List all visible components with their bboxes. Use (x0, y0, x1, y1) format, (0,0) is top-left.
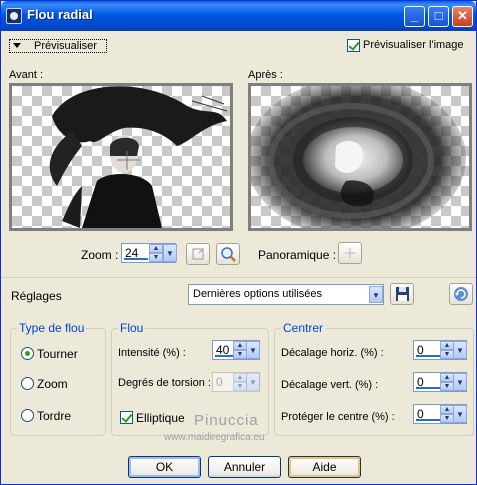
after-image (251, 86, 466, 228)
v-offset-label: Décalage vert. (%) : (281, 379, 379, 391)
preview-image-label: Prévisualiser l'image (363, 39, 464, 51)
blur-title: Flou (118, 321, 146, 335)
chevron-down-icon (13, 43, 21, 48)
title-bar[interactable]: Flou radial _ □ ✕ (1, 1, 476, 31)
chevron-down-icon[interactable]: ▼ (369, 286, 383, 303)
h-offset-field[interactable]: 0 ▲ ▼ ▼ (413, 340, 467, 360)
watermark-site: www.maidiregrafica.eu (164, 432, 265, 443)
magnifier-icon (221, 247, 236, 262)
h-offset-label: Décalage horiz. (%) : (281, 347, 384, 359)
protect-field[interactable]: 0 ▲ ▼ ▼ (413, 404, 467, 424)
before-preview[interactable] (9, 83, 233, 231)
close-button[interactable]: ✕ (452, 6, 473, 27)
window-title: Flou radial (27, 7, 93, 22)
after-label: Après : (248, 69, 283, 81)
zoom-spinner[interactable]: ▲ ▼ (149, 244, 163, 262)
h-offset-dropdown[interactable]: ▼ (453, 341, 467, 359)
save-preset-button[interactable] (390, 283, 414, 305)
intensity-field[interactable]: 40 ▲ ▼ ▼ (212, 340, 260, 360)
center-group: Centrer Décalage horiz. (%) : 0 ▲ ▼ ▼ Déc… (274, 321, 474, 436)
intensity-dropdown[interactable]: ▼ (246, 341, 260, 359)
before-image (49, 86, 228, 228)
protect-label: Protéger le centre (%) : (281, 411, 395, 423)
zoom-tool-button[interactable] (216, 243, 240, 265)
torsion-spinner: ▲ ▼ (233, 373, 247, 391)
reset-button[interactable] (449, 283, 473, 305)
radio-tordre[interactable] (21, 409, 34, 422)
separator (1, 277, 476, 278)
v-offset-spinner[interactable]: ▲ ▼ (440, 373, 454, 391)
center-title: Centrer (281, 321, 326, 335)
blur-type-group: Type de flou Tourner Zoom Tordre (10, 321, 106, 436)
maximize-button[interactable]: □ (428, 6, 449, 27)
protect-spinner[interactable]: ▲ ▼ (440, 405, 454, 423)
zoom-field[interactable]: 24 ▲ ▼ ▼ (121, 243, 177, 263)
torsion-value: 0 (216, 375, 223, 389)
pan-button[interactable] (338, 242, 362, 264)
zoom-fit-button[interactable] (186, 243, 210, 265)
preview-toggle-label: Prévisualiser (34, 40, 97, 52)
reset-icon (454, 287, 468, 301)
radio-tordre-label: Tordre (37, 409, 72, 423)
move-icon (345, 248, 355, 258)
intensity-spinner[interactable]: ▲ ▼ (233, 341, 247, 359)
protect-dropdown[interactable]: ▼ (453, 405, 467, 423)
after-preview (248, 83, 472, 231)
intensity-slider-bar[interactable] (215, 355, 233, 357)
settings-label: Réglages (11, 289, 62, 303)
minimize-button[interactable]: _ (404, 6, 425, 27)
h-offset-spinner[interactable]: ▲ ▼ (440, 341, 454, 359)
ok-button[interactable]: OK (128, 456, 201, 478)
floppy-save-icon (396, 287, 409, 301)
radio-tourner[interactable] (21, 347, 34, 360)
v-offset-slider-bar[interactable] (416, 387, 442, 389)
before-label: Avant : (9, 69, 44, 81)
protect-slider-bar[interactable] (416, 419, 442, 421)
radio-zoom-label: Zoom (37, 377, 68, 391)
zoom-slider-bar[interactable] (124, 258, 148, 260)
pan-label: Panoramique : (258, 248, 337, 262)
help-button[interactable]: Aide (288, 456, 361, 478)
dialog-window: Flou radial _ □ ✕ Prévisualiser Prévisua… (0, 0, 477, 485)
preview-image-checkbox[interactable] (347, 39, 360, 52)
torsion-field: 0 ▲ ▼ ▼ (212, 372, 260, 392)
preset-select[interactable]: Dernières options utilisées ▼ (188, 284, 384, 305)
zoom-label: Zoom : (81, 248, 119, 262)
preview-toggle[interactable]: Prévisualiser (9, 39, 107, 53)
app-icon (6, 8, 22, 24)
watermark-name: Pinuccia (194, 412, 259, 429)
preset-value: Dernières options utilisées (193, 288, 323, 300)
intensity-label: Intensité (%) : (118, 347, 186, 359)
torsion-label: Degrés de torsion : (118, 377, 211, 389)
radio-zoom[interactable] (21, 377, 34, 390)
elliptic-label: Elliptique (136, 411, 185, 425)
radio-tourner-label: Tourner (37, 347, 78, 361)
torsion-dropdown: ▼ (246, 373, 260, 391)
zoom-dropdown[interactable]: ▼ (163, 244, 177, 262)
v-offset-field[interactable]: 0 ▲ ▼ ▼ (413, 372, 467, 392)
blur-type-title: Type de flou (17, 321, 87, 335)
elliptic-checkbox[interactable] (120, 411, 133, 424)
fit-icon (192, 248, 204, 260)
v-offset-dropdown[interactable]: ▼ (453, 373, 467, 391)
cancel-button[interactable]: Annuler (208, 456, 281, 478)
h-offset-slider-bar[interactable] (416, 355, 442, 357)
